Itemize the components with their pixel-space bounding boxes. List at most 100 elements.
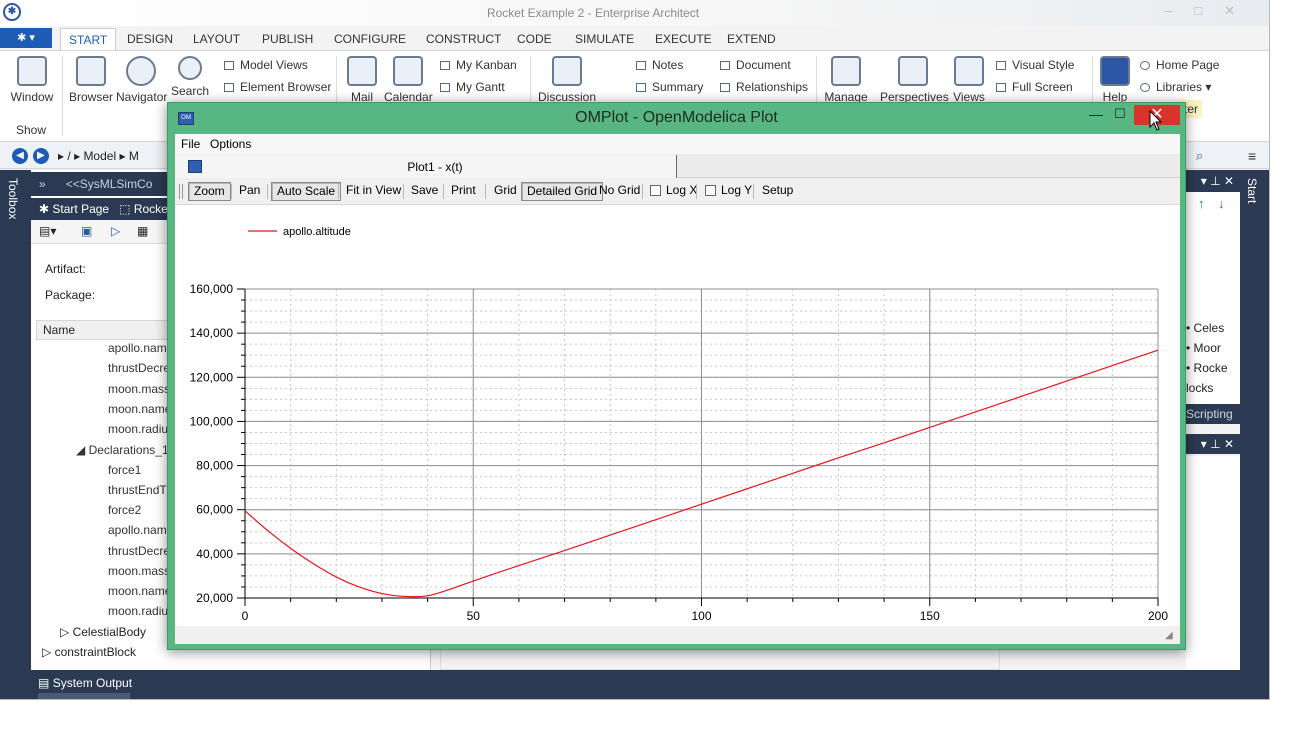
pan-button[interactable]: Pan [234, 182, 265, 201]
summary-button[interactable]: Summary [636, 78, 703, 96]
browser-button[interactable]: Browser [68, 56, 114, 108]
tab-execute[interactable]: EXECUTE [647, 28, 720, 50]
detailed-grid-button[interactable]: Detailed Grid [521, 182, 604, 201]
pin-icon[interactable]: ⊥ [1210, 174, 1220, 188]
help-button[interactable]: Help [1098, 56, 1132, 108]
save-icon[interactable]: ▣ [81, 224, 92, 238]
double-chevron-icon[interactable]: » [39, 177, 46, 191]
tree-item[interactable]: moon.name [108, 584, 171, 598]
tree-item[interactable]: force1 [108, 463, 141, 477]
libraries-button[interactable]: Libraries ▾ [1140, 78, 1211, 96]
right-panel-item[interactable]: • Rocke [1186, 361, 1228, 375]
search-button[interactable]: Search [170, 56, 210, 108]
element-browser-button[interactable]: Element Browser [224, 78, 331, 96]
toolbox-tab[interactable]: Toolbox [6, 178, 20, 219]
menu-file[interactable]: File [181, 137, 200, 151]
tree-node-celestialbody[interactable]: ▷ CelestialBody [60, 625, 146, 639]
dropdown-icon[interactable]: ▾ [1201, 174, 1207, 188]
full-screen-button[interactable]: Full Screen [996, 78, 1073, 96]
print-button[interactable]: Print [446, 182, 481, 201]
tree-item[interactable]: moon.mass [108, 382, 170, 396]
tab-start[interactable]: START [60, 28, 117, 50]
tree-node-declarations[interactable]: ◢ Declarations_1 [76, 443, 169, 457]
breadcrumb-root[interactable]: / [67, 149, 70, 163]
tab-construct[interactable]: CONSTRUCT [418, 28, 509, 50]
tree-item[interactable]: apollo.nam [108, 523, 167, 537]
relationships-button[interactable]: Relationships [720, 78, 808, 96]
tab-design[interactable]: DESIGN [119, 28, 181, 50]
calendar-button[interactable]: Calendar [384, 56, 433, 108]
no-grid-button[interactable]: No Grid [594, 182, 645, 201]
forward-icon[interactable]: ▶ [33, 148, 49, 164]
fit-in-view-button[interactable]: Fit in View [341, 182, 406, 201]
pin-icon[interactable]: ⊥ [1210, 437, 1220, 451]
tree-item[interactable]: thrustEndTi [108, 483, 169, 497]
new-icon[interactable]: ▤▾ [39, 224, 56, 238]
document-button[interactable]: Document [720, 56, 791, 74]
tree-item[interactable]: moon.radiu [108, 422, 168, 436]
ea-app-menu-button[interactable]: ✱ ▾ [0, 28, 52, 48]
arrow-down-icon[interactable]: ↓ [1218, 196, 1225, 211]
arrow-up-icon[interactable]: ↑ [1198, 196, 1205, 211]
tab-simulate[interactable]: SIMULATE [567, 28, 642, 50]
right-panel-item[interactable]: • Moor [1186, 341, 1221, 355]
breadcrumb-model[interactable]: Model [83, 149, 116, 163]
tree-item[interactable]: moon.radiu [108, 604, 168, 618]
tree-item[interactable]: thrustDecre [108, 544, 170, 558]
my-kanban-button[interactable]: My Kanban [440, 56, 517, 74]
tree-item[interactable]: apollo.nam [108, 341, 167, 355]
tab-layout[interactable]: LAYOUT [185, 28, 248, 50]
start-tab[interactable]: Start [1245, 178, 1259, 203]
tab-publish[interactable]: PUBLISH [254, 28, 321, 50]
dropdown-icon[interactable]: ▾ [1201, 437, 1207, 451]
system-output-tab[interactable]: ▤ System Output [38, 676, 132, 690]
log-y-checkbox[interactable]: Log Y [700, 182, 757, 201]
views-button[interactable]: Views [950, 56, 988, 108]
tab-extend[interactable]: EXTEND [719, 28, 784, 50]
discussion-button[interactable]: Discussion [538, 56, 596, 108]
back-icon[interactable]: ◀ [12, 148, 28, 164]
home-page-button[interactable]: Home Page [1140, 56, 1219, 74]
visual-style-button[interactable]: Visual Style [996, 56, 1074, 74]
resize-grip-icon[interactable]: ◢ [1165, 630, 1179, 644]
notes-button[interactable]: Notes [636, 56, 683, 74]
minimize-button[interactable]: — [1086, 106, 1106, 128]
toolbar-grip[interactable] [179, 184, 183, 199]
scripting-tab[interactable]: Scripting [1186, 404, 1240, 424]
tab-code[interactable]: CODE [509, 28, 560, 50]
tab-configure[interactable]: CONFIGURE [326, 28, 414, 50]
tree-item[interactable]: moon.mass [108, 564, 170, 578]
right-panel-item[interactable]: locks [1186, 381, 1213, 395]
setup-button[interactable]: Setup [757, 182, 798, 201]
right-panel-item[interactable]: • Celes [1186, 321, 1224, 335]
perspectives-button[interactable]: Perspectives [880, 56, 949, 108]
run-icon[interactable]: ▷ [111, 224, 120, 238]
log-x-checkbox[interactable]: Log X [645, 182, 702, 201]
mail-button[interactable]: Mail [344, 56, 380, 108]
search-icon[interactable]: ⌕ [1196, 148, 1203, 164]
tree-item[interactable]: moon.name [108, 402, 171, 416]
tab-rocket[interactable]: ⬚ Rocket [119, 202, 171, 216]
tab-start-page[interactable]: ✱ Start Page [39, 202, 109, 216]
plot-legend[interactable]: apollo.altitude [248, 226, 351, 238]
navigator-button[interactable]: Navigator [116, 56, 167, 108]
grid-icon[interactable]: ▦ [137, 224, 148, 238]
tree-node-constraintblock[interactable]: ▷ constraintBlock [42, 645, 136, 659]
hamburger-icon[interactable]: ≡ [1248, 148, 1256, 164]
grid-button[interactable]: Grid [489, 182, 522, 201]
tree-item[interactable]: force2 [108, 503, 141, 517]
zoom-button[interactable]: Zoom [188, 182, 231, 201]
model-views-button[interactable]: Model Views [224, 56, 308, 74]
close-icon[interactable]: ✕ [1224, 174, 1234, 188]
manage-button[interactable]: Manage [822, 56, 870, 108]
window-button[interactable]: Window [8, 56, 56, 108]
plot-chart[interactable]: 0 50 100 150 200 20,000 40,000 60,000 80,000 100,… [175, 204, 1180, 626]
breadcrumb-m[interactable]: M [129, 149, 139, 163]
menu-options[interactable]: Options [210, 137, 251, 151]
close-icon[interactable]: ✕ [1224, 437, 1234, 451]
tree-item[interactable]: thrustDecre [108, 361, 170, 375]
save-button[interactable]: Save [406, 182, 443, 201]
ea-window-controls[interactable]: –□✕ [1165, 3, 1257, 19]
auto-scale-button[interactable]: Auto Scale [271, 182, 342, 201]
my-gantt-button[interactable]: My Gantt [440, 78, 505, 96]
